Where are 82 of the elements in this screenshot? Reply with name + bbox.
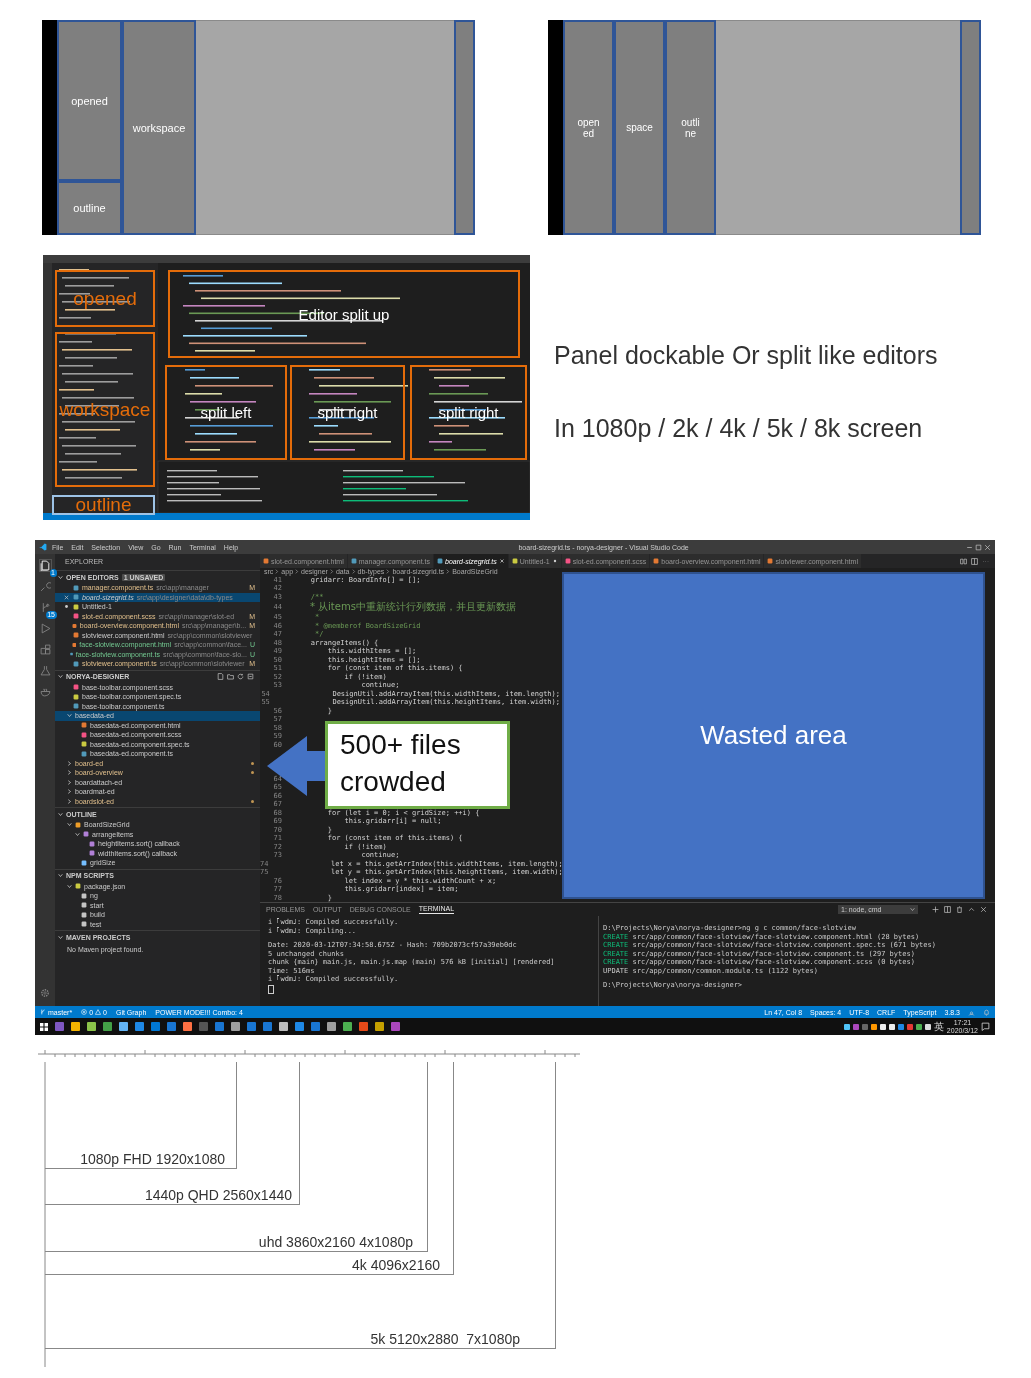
- chevron-icon: [329, 569, 334, 575]
- wasted-area-label: Wasted area: [700, 720, 847, 751]
- pane-label: opened: [71, 94, 108, 107]
- pane-label: opened: [577, 116, 600, 139]
- trash-icon[interactable]: [956, 906, 963, 913]
- play-icon[interactable]: [39, 623, 51, 634]
- search-icon[interactable]: [39, 581, 51, 592]
- error-icon: [81, 1009, 88, 1015]
- gear-icon[interactable]: [40, 988, 50, 998]
- chevron-icon[interactable]: [67, 883, 72, 889]
- close-icon[interactable]: [63, 593, 70, 601]
- chevron-icon[interactable]: [67, 760, 72, 766]
- file-icon: [511, 558, 518, 564]
- chevron-icon[interactable]: [67, 789, 72, 795]
- region-label: Editor split up: [298, 305, 390, 323]
- plus-icon[interactable]: [932, 906, 939, 913]
- flask-icon[interactable]: [39, 665, 51, 676]
- chevron-icon[interactable]: [58, 811, 63, 817]
- arrow-icon: [267, 736, 327, 796]
- file-icon: [564, 558, 571, 564]
- close-icon[interactable]: [980, 906, 987, 913]
- file-icon: [653, 558, 660, 564]
- file-icon: [350, 558, 357, 564]
- resolution-label: 1080p FHD 1920x1080: [80, 1151, 225, 1167]
- chevron-icon[interactable]: [75, 831, 80, 837]
- file-icon: [767, 558, 774, 564]
- new-folder-icon[interactable]: [227, 673, 234, 680]
- modified-dot: [251, 771, 254, 775]
- split-editor-icon[interactable]: [971, 557, 978, 565]
- region-label: split left: [200, 404, 252, 421]
- terminal-cursor: [268, 984, 274, 994]
- chevron-icon[interactable]: [58, 574, 63, 580]
- pane-label: outline: [680, 116, 701, 139]
- app-logo-icon: [39, 543, 47, 551]
- note-text: Panel dockable Or split like editors: [554, 341, 938, 370]
- input-method[interactable]: 英: [933, 1021, 944, 1032]
- close-icon[interactable]: [984, 543, 991, 551]
- blocks-icon[interactable]: [39, 644, 51, 655]
- chevron-icon: [446, 569, 451, 575]
- chevron-icon[interactable]: [67, 822, 72, 828]
- unsaved-dot-icon: [551, 558, 558, 564]
- refresh-icon[interactable]: [237, 673, 244, 680]
- note-text: In 1080p / 2k / 4k / 5k / 8k screen: [554, 414, 924, 443]
- resolution-label: 4k 4096x2160: [352, 1257, 440, 1273]
- files-icon[interactable]: [39, 560, 51, 571]
- maximize-icon[interactable]: [975, 543, 982, 551]
- chevron-icon[interactable]: [67, 770, 72, 776]
- branch-icon: [40, 1009, 46, 1015]
- pane-label: space: [625, 122, 654, 133]
- modified-dot: [251, 761, 254, 765]
- caret-icon: [910, 907, 915, 912]
- resolution-label: 5k 5120x2880 7x1080p: [370, 1331, 520, 1347]
- chevron-icon[interactable]: [58, 873, 63, 878]
- chevron-up-icon[interactable]: [968, 906, 975, 913]
- chevron-icon: [386, 569, 391, 575]
- code-line: * 从items中重新统计行列数据，并且更新数据: [308, 600, 516, 614]
- pane-label: outline: [73, 202, 106, 214]
- chevron-icon: [275, 569, 280, 575]
- file-icon: [263, 558, 269, 564]
- notification-icon[interactable]: [981, 1022, 990, 1031]
- modified-dot: [251, 799, 254, 803]
- chevron-icon: [351, 569, 356, 575]
- warning-icon: [95, 1009, 102, 1015]
- callout-text: 500+ files crowded: [325, 721, 510, 809]
- chevron-icon[interactable]: [67, 779, 72, 785]
- collapse-icon[interactable]: [247, 673, 254, 680]
- chevron-icon[interactable]: [67, 798, 72, 804]
- unsaved-dot-icon: [63, 603, 70, 611]
- chevron-icon[interactable]: [67, 713, 72, 719]
- chevron-icon[interactable]: [58, 934, 63, 940]
- pane-label: workspace: [132, 121, 186, 134]
- split-terminal-icon[interactable]: [944, 906, 951, 913]
- region-label: outline: [75, 494, 132, 516]
- chevron-icon: [295, 569, 300, 575]
- windows-icon[interactable]: [40, 1022, 48, 1031]
- new-file-icon[interactable]: [217, 673, 224, 680]
- resolution-label: 1440p QHD 2560x1440: [144, 1187, 292, 1203]
- compare-icon[interactable]: [960, 557, 967, 565]
- resolution-label: uhd 3860x2160 4x1080p: [258, 1234, 413, 1250]
- file-icon: [75, 883, 81, 890]
- file-icon: [437, 558, 443, 564]
- chevron-icon[interactable]: [58, 674, 63, 679]
